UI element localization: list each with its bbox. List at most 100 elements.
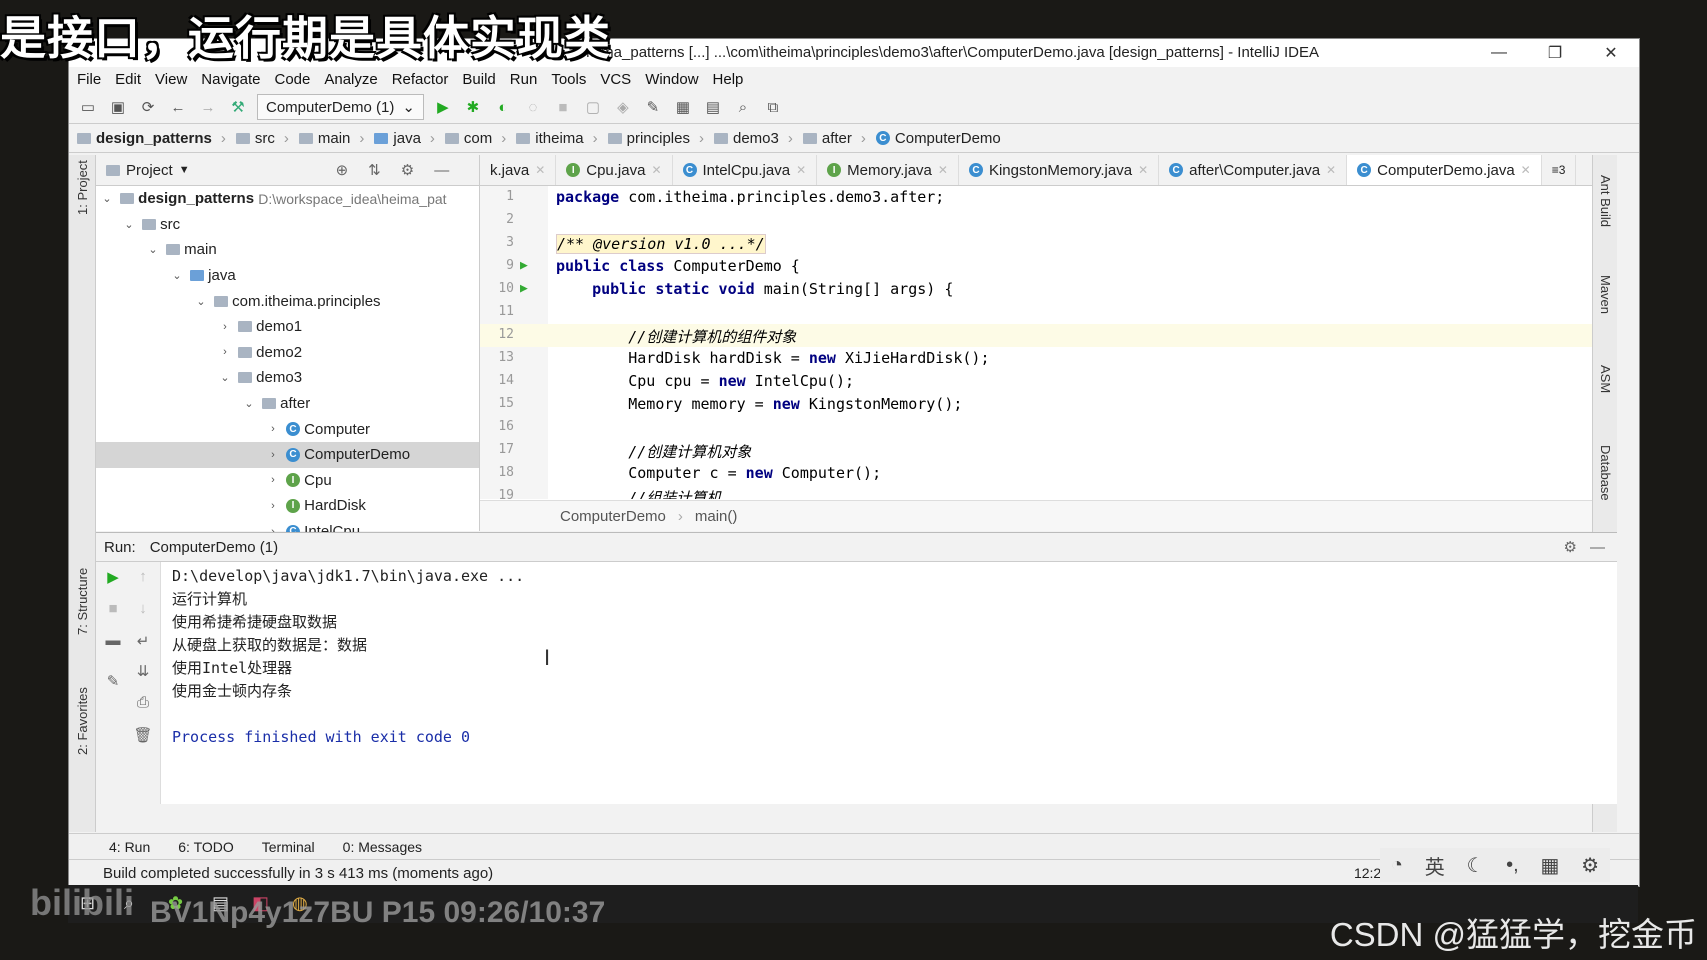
close-icon[interactable]: ✕: [1138, 163, 1148, 177]
chevron-right-icon[interactable]: ›: [266, 500, 280, 512]
tree-node-demo1[interactable]: › demo1: [96, 314, 479, 340]
tree-node-src[interactable]: ⌄ src: [96, 212, 479, 238]
tool-window-maven[interactable]: Maven: [1598, 275, 1613, 314]
tree-node-package[interactable]: ⌄ com.itheima.principles: [96, 288, 479, 314]
editor-crumb-method[interactable]: main(): [695, 508, 738, 525]
hide-icon[interactable]: —: [434, 162, 449, 179]
tree-node-after[interactable]: ⌄ after: [96, 391, 479, 417]
breadcrumb-item[interactable]: design_patterns ›: [77, 130, 226, 147]
chevron-down-icon[interactable]: ⌄: [218, 371, 232, 384]
trash-icon[interactable]: 🗑: [132, 726, 154, 748]
sdk-icon[interactable]: ▤: [702, 96, 724, 118]
hide-icon[interactable]: —: [1590, 539, 1605, 556]
chevron-down-icon[interactable]: ⌄: [242, 397, 256, 410]
project-view-select[interactable]: Project: [126, 162, 173, 179]
chevron-down-icon[interactable]: ⌄: [100, 192, 114, 205]
tree-node-computerdemo[interactable]: › C ComputerDemo: [96, 441, 479, 468]
menu-view[interactable]: View: [155, 71, 187, 88]
project-structure-icon[interactable]: ▦: [672, 96, 694, 118]
menu-file[interactable]: File: [77, 71, 101, 88]
editor-crumb-class[interactable]: ComputerDemo: [560, 508, 666, 525]
chevron-down-icon[interactable]: ⌄: [122, 218, 136, 231]
bottom-tab-todo[interactable]: 6: TODO: [178, 839, 234, 855]
sync-icon[interactable]: ⟳: [137, 96, 159, 118]
close-icon[interactable]: ✕: [1326, 163, 1336, 177]
tree-node-root[interactable]: ⌄ design_patterns D:\workspace_idea\heim…: [96, 186, 479, 212]
folded-doc-comment[interactable]: /** @version v1.0 ...*/: [556, 234, 766, 254]
breadcrumb-item[interactable]: itheima ›: [516, 130, 598, 147]
tab-intelcpu-java[interactable]: C IntelCpu.java ✕: [673, 155, 818, 185]
ime-moon-icon[interactable]: ☾: [1466, 853, 1484, 878]
stop-icon[interactable]: ■: [552, 96, 574, 118]
ime-keyboard-icon[interactable]: ▦: [1540, 853, 1559, 878]
tool-window-database[interactable]: Database: [1598, 445, 1613, 501]
breadcrumb-item[interactable]: src ›: [235, 130, 289, 147]
stop-icon[interactable]: ■: [102, 600, 124, 622]
coverage-icon[interactable]: ◐: [492, 96, 514, 118]
chevron-right-icon[interactable]: ›: [266, 423, 280, 435]
back-icon[interactable]: ←: [167, 96, 189, 118]
tool-window-project[interactable]: 1: Project: [75, 160, 90, 215]
menu-code[interactable]: Code: [274, 71, 310, 88]
vcs-icon[interactable]: ◈: [612, 96, 634, 118]
tree-node-demo2[interactable]: › demo2: [96, 340, 479, 366]
close-icon[interactable]: ✕: [938, 163, 948, 177]
run-icon[interactable]: ▶: [432, 96, 454, 118]
chevron-right-icon[interactable]: ›: [266, 474, 280, 486]
breadcrumb-item[interactable]: main ›: [298, 130, 364, 147]
minimize-button[interactable]: —: [1471, 39, 1527, 67]
menu-build[interactable]: Build: [462, 71, 495, 88]
collapse-all-icon[interactable]: ⇅: [368, 161, 381, 179]
tree-node-java[interactable]: ⌄ java: [96, 263, 479, 289]
close-icon[interactable]: ✕: [1521, 163, 1531, 177]
bottom-tab-run[interactable]: 4: Run: [109, 839, 150, 855]
tab-k-java[interactable]: k.java ✕: [480, 155, 557, 185]
tree-node-harddisk[interactable]: › I HardDisk: [96, 493, 479, 519]
debug-icon[interactable]: ✱: [462, 96, 484, 118]
tab-kingstonmemory-java[interactable]: C KingstonMemory.java ✕: [959, 155, 1160, 185]
bottom-tab-messages[interactable]: 0: Messages: [343, 839, 422, 855]
build-hammer-icon[interactable]: ⚒: [227, 96, 249, 118]
menu-navigate[interactable]: Navigate: [201, 71, 260, 88]
close-icon[interactable]: ✕: [796, 163, 806, 177]
run-config-tab[interactable]: ComputerDemo (1): [150, 539, 278, 556]
search-icon[interactable]: ⌕: [732, 96, 754, 118]
ime-mode-icon[interactable]: 英: [1425, 851, 1445, 880]
rerun-icon[interactable]: ▶: [102, 568, 124, 590]
ime-gear-icon[interactable]: ⚙: [1581, 853, 1599, 878]
chevron-right-icon[interactable]: ›: [266, 449, 280, 461]
profile-icon[interactable]: ◌: [522, 96, 544, 118]
scroll-to-end-icon[interactable]: ⇊: [132, 662, 154, 684]
close-icon[interactable]: ✕: [651, 163, 661, 177]
locate-icon[interactable]: ⊕: [336, 161, 349, 179]
chevron-right-icon[interactable]: ›: [218, 321, 232, 333]
bottom-tab-terminal[interactable]: Terminal: [262, 839, 315, 855]
run-config-select[interactable]: ComputerDemo (1) ⌄: [257, 94, 424, 120]
ime-punct-icon[interactable]: •,: [1506, 854, 1519, 877]
open-folder-icon[interactable]: ▭: [77, 96, 99, 118]
tree-node-computer[interactable]: › C Computer: [96, 416, 479, 442]
menu-analyze[interactable]: Analyze: [324, 71, 377, 88]
close-icon[interactable]: ✕: [535, 163, 545, 177]
up-arrow-icon[interactable]: ↑: [132, 568, 154, 590]
tool-window-favorites[interactable]: 2: Favorites: [75, 687, 90, 755]
tool-window-ant-build[interactable]: Ant Build: [1598, 175, 1613, 227]
tree-node-main[interactable]: ⌄ main: [96, 237, 479, 263]
print-icon[interactable]: ⎙: [132, 694, 154, 716]
tree-node-demo3[interactable]: ⌄ demo3: [96, 365, 479, 391]
chevron-right-icon[interactable]: ›: [218, 346, 232, 358]
breadcrumb-item[interactable]: C ComputerDemo: [875, 130, 1001, 147]
gear-icon[interactable]: ⚙: [401, 161, 414, 179]
breadcrumb-item[interactable]: demo3 ›: [714, 130, 793, 147]
code-area[interactable]: 1 package com.itheima.principles.demo3.af…: [480, 186, 1592, 499]
menu-run[interactable]: Run: [510, 71, 538, 88]
menu-refactor[interactable]: Refactor: [392, 71, 449, 88]
breadcrumb-item[interactable]: java ›: [374, 130, 435, 147]
menu-tools[interactable]: Tools: [551, 71, 586, 88]
pin-icon[interactable]: ✎: [102, 672, 124, 694]
tabs-overflow-button[interactable]: ≡3: [1542, 155, 1577, 185]
menu-help[interactable]: Help: [713, 71, 744, 88]
tab-memory-java[interactable]: I Memory.java ✕: [817, 155, 959, 185]
layout-icon[interactable]: ▬: [102, 632, 124, 654]
soft-wrap-icon[interactable]: ↵: [132, 632, 154, 654]
